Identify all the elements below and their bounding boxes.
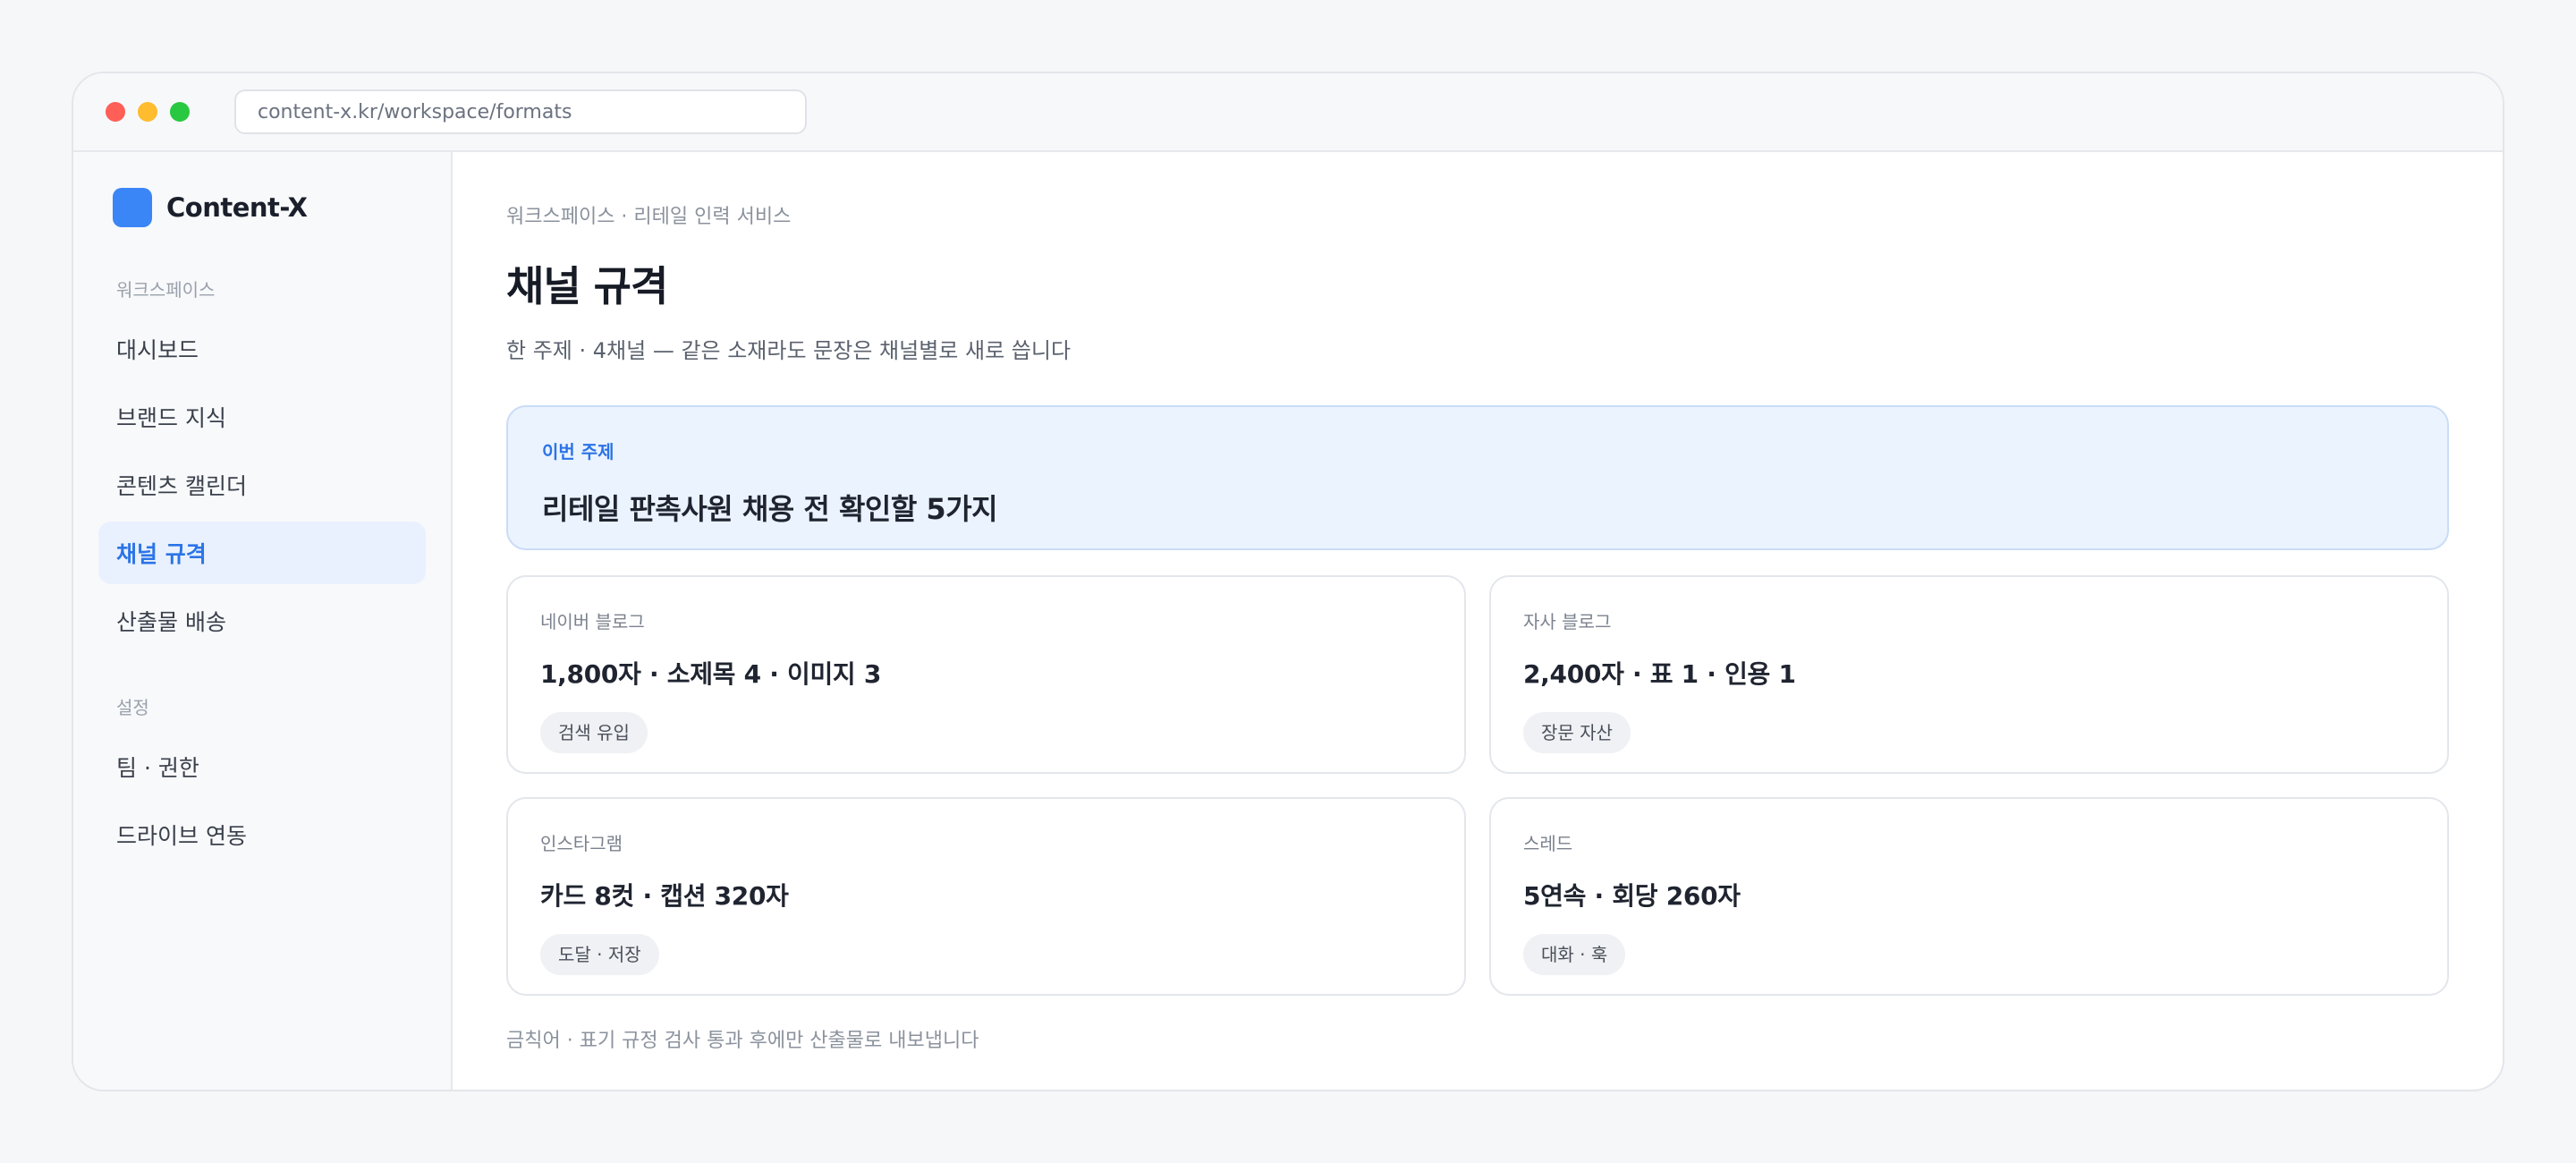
page-subtitle: 한 주제 · 4채널 — 같은 소재라도 문장은 채널별로 새로 씁니다: [506, 338, 1072, 363]
address-bar-url: content-x.kr/workspace/formats: [258, 100, 572, 123]
brand-name: Content-X: [166, 192, 308, 223]
sidebar-item-label: 콘텐츠 캘린더: [116, 473, 247, 499]
address-bar[interactable]: content-x.kr/workspace/formats: [234, 89, 807, 134]
channel-card-threads[interactable]: 스레드 5연속 · 회당 260자 대화 · 훅: [1489, 797, 2449, 996]
channel-spec: 1,800자 · 소제목 4 · 이미지 3: [540, 659, 882, 689]
nav-section-label-workspace: 워크스페이스: [116, 279, 216, 301]
sidebar-item-deliverables[interactable]: 산출물 배송: [98, 590, 426, 652]
close-window-button[interactable]: [106, 102, 125, 122]
channel-tag: 검색 유입: [540, 712, 648, 753]
maximize-window-button[interactable]: [170, 102, 190, 122]
channel-spec: 2,400자 · 표 1 · 인용 1: [1523, 659, 1796, 689]
topic-title: 리테일 판촉사원 채용 전 확인할 5가지: [542, 492, 998, 526]
footer-note: 금칙어 · 표기 규정 검사 통과 후에만 산출물로 내보냅니다: [506, 1030, 979, 1052]
topic-banner: 이번 주제 리테일 판촉사원 채용 전 확인할 5가지: [506, 405, 2449, 550]
channel-name: 스레드: [1523, 833, 1573, 854]
sidebar-item-label: 팀 · 권한: [116, 755, 199, 781]
sidebar-item-content-calendar[interactable]: 콘텐츠 캘린더: [98, 454, 426, 516]
channel-tag: 대화 · 훅: [1523, 934, 1626, 975]
channel-spec: 5연속 · 회당 260자: [1523, 881, 1741, 911]
channel-name: 자사 블로그: [1523, 611, 1612, 632]
channel-card-own-blog[interactable]: 자사 블로그 2,400자 · 표 1 · 인용 1 장문 자산: [1489, 575, 2449, 774]
sidebar-item-brand-knowledge[interactable]: 브랜드 지식: [98, 386, 426, 448]
sidebar-item-label: 산출물 배송: [116, 609, 226, 635]
browser-window: content-x.kr/workspace/formats Content-X…: [72, 72, 2504, 1091]
sidebar-item-label: 드라이브 연동: [116, 823, 247, 849]
main-content: 워크스페이스 · 리테일 인력 서비스 채널 규격 한 주제 · 4채널 — 같…: [453, 152, 2503, 1090]
channel-card-instagram[interactable]: 인스타그램 카드 8컷 · 캡션 320자 도달 · 저장: [506, 797, 1466, 996]
sidebar-item-drive-integration[interactable]: 드라이브 연동: [98, 803, 426, 866]
page-title: 채널 규격: [506, 262, 668, 310]
nav-section-label-settings: 설정: [116, 697, 149, 718]
channel-grid: 네이버 블로그 1,800자 · 소제목 4 · 이미지 3 검색 유입 자사 …: [506, 575, 2449, 996]
sidebar-item-label: 대시보드: [116, 337, 199, 363]
channel-name: 인스타그램: [540, 833, 623, 854]
sidebar-item-label: 채널 규격: [116, 541, 207, 567]
topic-label: 이번 주제: [542, 441, 614, 463]
brand[interactable]: Content-X: [113, 188, 426, 227]
sidebar-item-label: 브랜드 지식: [116, 405, 226, 431]
brand-logo-icon: [113, 188, 152, 227]
sidebar-item-channel-specs[interactable]: 채널 규격: [98, 522, 426, 584]
channel-card-naver-blog[interactable]: 네이버 블로그 1,800자 · 소제목 4 · 이미지 3 검색 유입: [506, 575, 1466, 774]
channel-tag: 도달 · 저장: [540, 934, 659, 975]
channel-tag: 장문 자산: [1523, 712, 1631, 753]
channel-spec: 카드 8컷 · 캡션 320자: [540, 881, 789, 911]
sidebar-item-team-permissions[interactable]: 팀 · 권한: [98, 735, 426, 798]
breadcrumb: 워크스페이스 · 리테일 인력 서비스: [506, 206, 792, 228]
sidebar-item-dashboard[interactable]: 대시보드: [98, 318, 426, 380]
channel-name: 네이버 블로그: [540, 611, 645, 632]
sidebar: Content-X 워크스페이스 대시보드 브랜드 지식 콘텐츠 캘린더 채널 …: [73, 152, 453, 1090]
title-bar: content-x.kr/workspace/formats: [73, 73, 2503, 152]
minimize-window-button[interactable]: [138, 102, 157, 122]
